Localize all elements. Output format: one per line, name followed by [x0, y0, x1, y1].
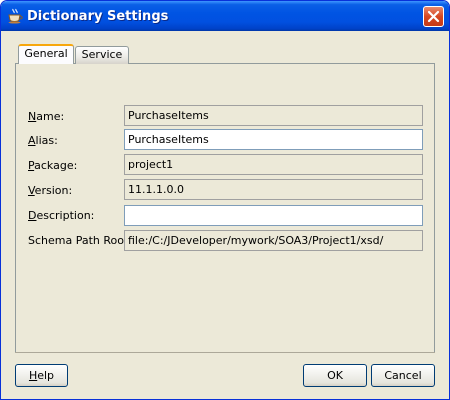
tab-service-label: Service — [81, 48, 123, 61]
package-label: Package: — [28, 159, 78, 172]
version-field[interactable]: 11.1.1.0.0 — [124, 179, 423, 200]
title-bar[interactable]: Dictionary Settings — [1, 1, 449, 31]
cancel-button[interactable]: Cancel — [371, 364, 435, 387]
help-button[interactable]: Help — [15, 364, 68, 387]
name-label: Name: — [28, 110, 65, 123]
tab-general-label: General — [24, 47, 68, 60]
name-field[interactable]: PurchaseItems — [124, 105, 423, 126]
schema-path-root-field[interactable]: file:/C:/JDeveloper/mywork/SOA3/Project1… — [124, 230, 423, 251]
description-field[interactable] — [124, 205, 423, 226]
ok-button[interactable]: OK — [303, 364, 367, 387]
tab-general[interactable]: General — [18, 44, 74, 64]
jdeveloper-cup-icon — [7, 8, 23, 24]
tab-service[interactable]: Service — [75, 46, 129, 64]
dialog-title: Dictionary Settings — [27, 9, 169, 24]
schema-path-root-label: Schema Path Root: — [28, 234, 133, 247]
dialog-body: General Service Name: PurchaseItems Alia… — [4, 31, 446, 397]
version-label: Version: — [28, 184, 73, 197]
dialog-window: Dictionary Settings General Service Name… — [0, 0, 450, 400]
button-separator — [15, 352, 435, 353]
close-button[interactable] — [423, 6, 444, 27]
alias-label: Alias: — [28, 134, 58, 147]
description-label: Description: — [28, 209, 95, 222]
package-field[interactable]: project1 — [124, 154, 423, 175]
general-tab-panel: Name: PurchaseItems Alias: PurchaseItems… — [15, 63, 435, 353]
alias-field[interactable]: PurchaseItems — [124, 129, 423, 150]
